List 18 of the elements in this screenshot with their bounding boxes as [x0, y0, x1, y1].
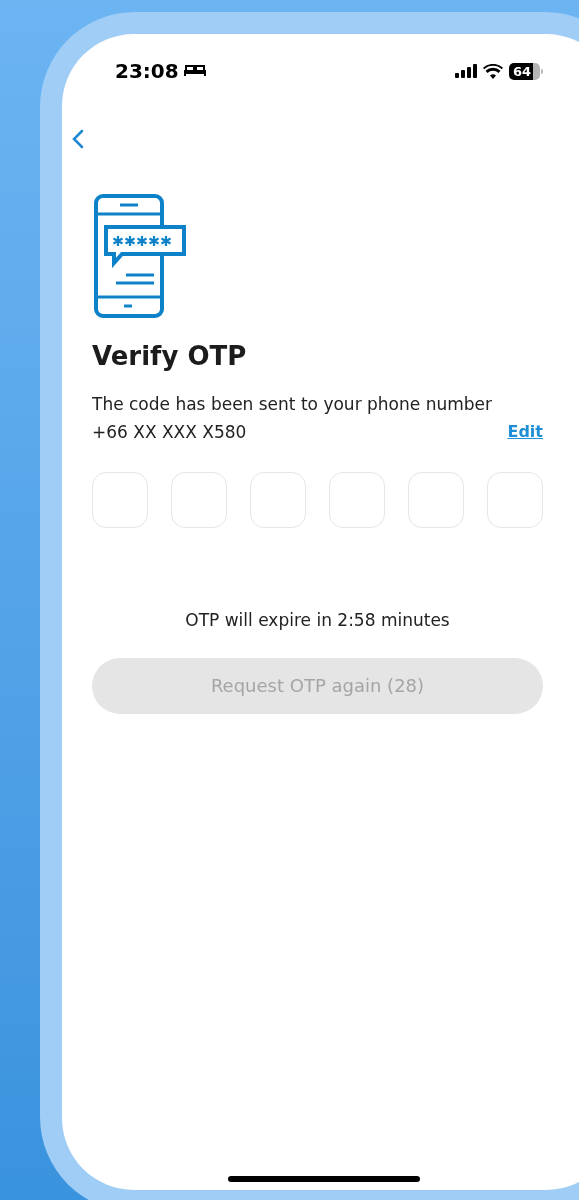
otp-input[interactable] [171, 472, 227, 528]
status-time: 23:08 [115, 58, 179, 85]
otp-input[interactable] [487, 472, 543, 528]
battery-indicator: 64 [508, 62, 543, 80]
otp-input[interactable] [250, 472, 306, 528]
page-title: Verify OTP [92, 340, 248, 372]
otp-input[interactable] [92, 472, 148, 528]
otp-input[interactable] [329, 472, 385, 528]
phone-message-icon [94, 194, 186, 318]
expiry-text: OTP will expire in 2:58 minutes [184, 609, 451, 632]
phone-number: +66 XX XXX X580 [92, 421, 247, 444]
edit-link[interactable]: Edit [507, 420, 543, 444]
otp-input[interactable] [408, 472, 464, 528]
description-text: The code has been sent to your phone number [92, 393, 493, 416]
wifi-icon [482, 63, 503, 79]
bed-icon [182, 63, 207, 79]
back-icon[interactable] [72, 129, 84, 149]
signal-icon [454, 64, 477, 78]
